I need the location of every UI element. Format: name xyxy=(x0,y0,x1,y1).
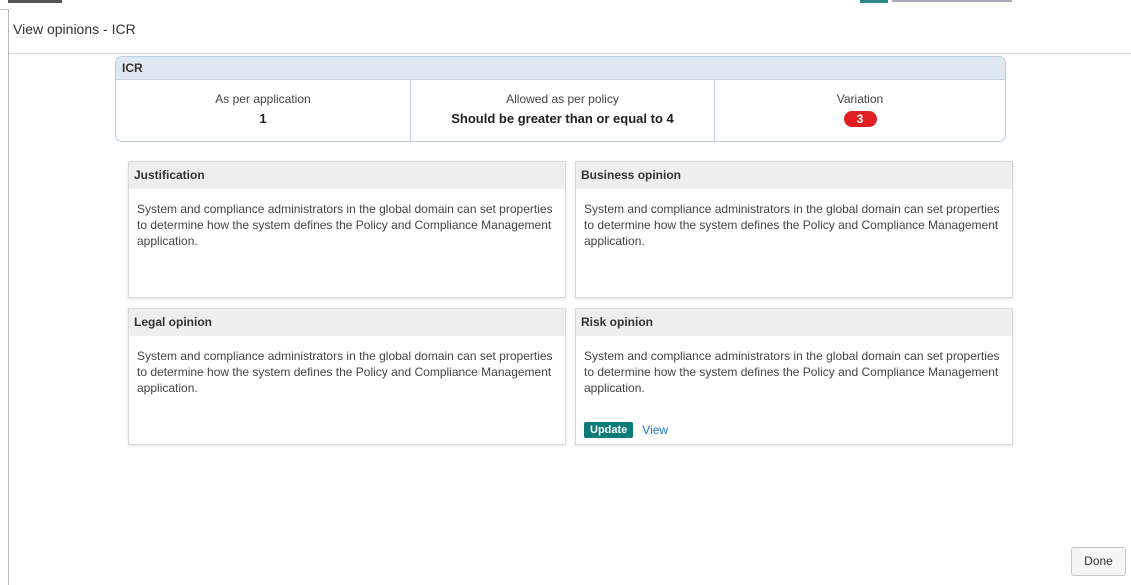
icr-values-row: As per application 1 Allowed as per poli… xyxy=(116,80,1005,141)
risk-opinion-card-text: System and compliance administrators in … xyxy=(584,349,1000,395)
dialog-header: View opinions - ICR xyxy=(9,9,1131,54)
dialog-title: View opinions - ICR xyxy=(13,21,136,37)
background-text-fragment xyxy=(892,0,1012,2)
variation-label: Variation xyxy=(836,92,884,106)
as-per-application-cell: As per application 1 xyxy=(116,80,411,141)
allowed-as-per-policy-cell: Allowed as per policy Should be greater … xyxy=(411,80,715,141)
as-per-application-label: As per application xyxy=(215,92,311,106)
background-toolbar-fragment xyxy=(8,0,62,3)
risk-opinion-actions: Update View xyxy=(584,422,668,438)
view-link[interactable]: View xyxy=(642,423,668,437)
update-button[interactable]: Update xyxy=(584,422,634,438)
business-opinion-card-title: Business opinion xyxy=(576,162,1012,189)
legal-opinion-card-title: Legal opinion xyxy=(129,309,565,336)
done-button[interactable]: Done xyxy=(1071,547,1126,576)
variation-cell: Variation 3 xyxy=(715,80,1005,141)
as-per-application-value: 1 xyxy=(259,111,267,126)
variation-badge: 3 xyxy=(843,111,877,127)
business-opinion-card: Business opinion System and compliance a… xyxy=(575,161,1013,298)
legal-opinion-card: Legal opinion System and compliance admi… xyxy=(128,308,566,445)
legal-opinion-card-text: System and compliance administrators in … xyxy=(137,349,553,395)
risk-opinion-card-title: Risk opinion xyxy=(576,309,1012,336)
allowed-as-per-policy-value: Should be greater than or equal to 4 xyxy=(451,111,674,126)
risk-opinion-card: Risk opinion System and compliance admin… xyxy=(575,308,1013,445)
icr-summary-panel: ICR As per application 1 Allowed as per … xyxy=(115,56,1006,142)
icr-panel-title: ICR xyxy=(116,57,1005,80)
justification-card: Justification System and compliance admi… xyxy=(128,161,566,298)
allowed-as-per-policy-label: Allowed as per policy xyxy=(506,92,619,106)
background-button-fragment xyxy=(860,0,888,3)
business-opinion-card-text: System and compliance administrators in … xyxy=(584,202,1000,248)
justification-card-text: System and compliance administrators in … xyxy=(137,202,553,248)
justification-card-title: Justification xyxy=(129,162,565,189)
